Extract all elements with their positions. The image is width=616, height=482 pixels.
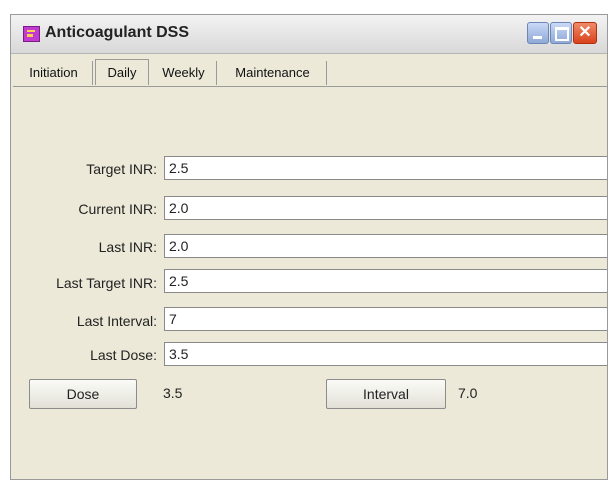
app-window: Anticoagulant DSS ✕ Initiation Daily Wee… <box>10 14 608 480</box>
tab-daily[interactable]: Daily <box>95 59 149 85</box>
close-icon: ✕ <box>578 24 592 41</box>
target-inr-field[interactable]: 2.5 <box>164 156 607 180</box>
window-title: Anticoagulant DSS <box>45 24 190 41</box>
close-button[interactable]: ✕ <box>573 22 597 44</box>
current-inr-label: Current INR: <box>78 201 157 217</box>
dose-result: 3.5 <box>163 385 183 401</box>
last-dose-label: Last Dose: <box>90 347 157 363</box>
minimize-icon[interactable] <box>527 22 549 44</box>
last-dose-field[interactable]: 3.5 <box>164 342 607 366</box>
last-interval-field[interactable]: 7 <box>164 307 607 331</box>
maximize-icon[interactable] <box>550 22 572 44</box>
tab-divider <box>13 86 607 87</box>
last-target-inr-field[interactable]: 2.5 <box>164 269 607 293</box>
tab-maintenance[interactable]: Maintenance <box>219 61 327 85</box>
tab-weekly[interactable]: Weekly <box>151 61 217 85</box>
last-target-inr-label: Last Target INR: <box>56 275 157 291</box>
interval-result: 7.0 <box>458 385 478 401</box>
tab-initiation[interactable]: Initiation <box>15 61 93 85</box>
last-interval-label: Last Interval: <box>76 313 157 329</box>
last-inr-label: Last INR: <box>98 239 157 255</box>
dose-button[interactable]: Dose <box>29 379 137 409</box>
last-inr-field[interactable]: 2.0 <box>164 234 607 258</box>
app-icon <box>23 26 40 42</box>
target-inr-label: Target INR: <box>86 161 157 177</box>
interval-button[interactable]: Interval <box>326 379 446 409</box>
current-inr-field[interactable]: 2.0 <box>164 196 607 220</box>
title-bar[interactable]: Anticoagulant DSS ✕ <box>11 15 607 54</box>
